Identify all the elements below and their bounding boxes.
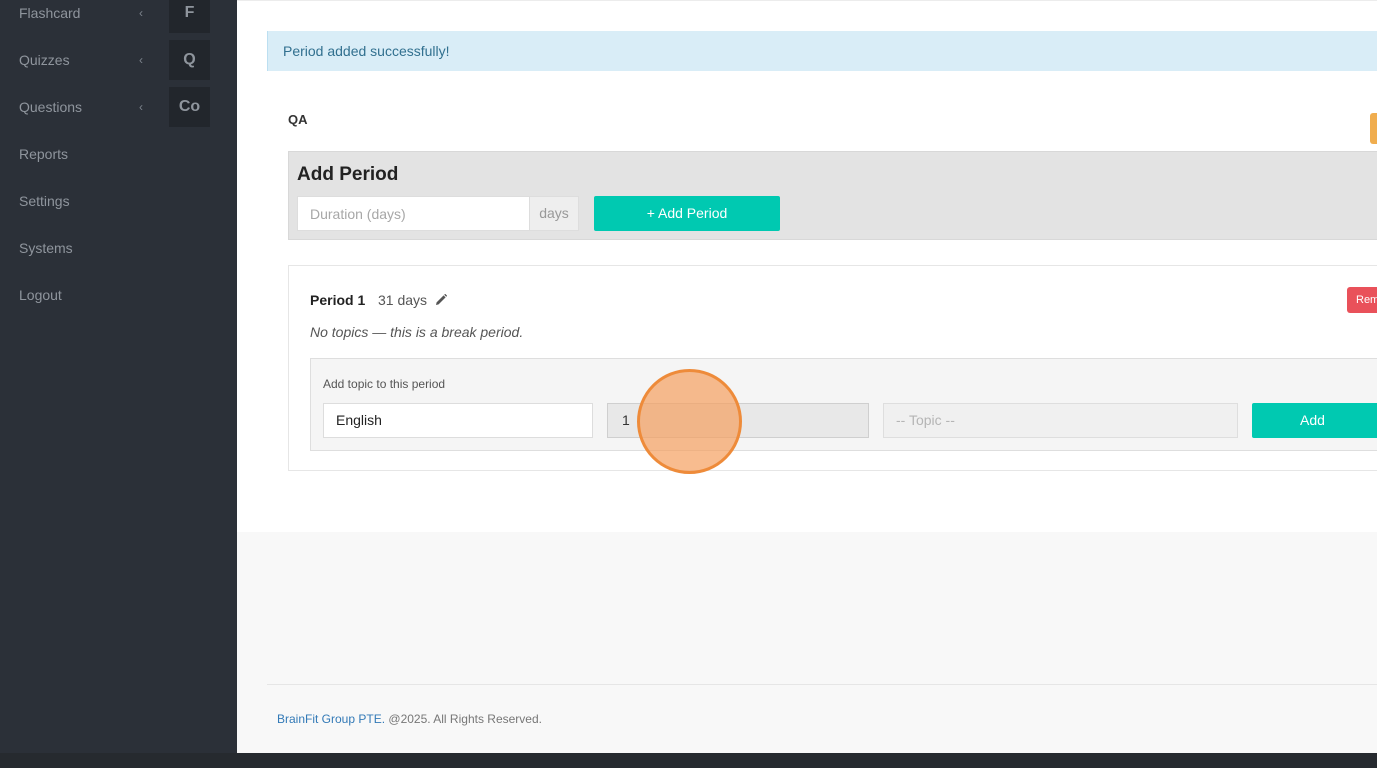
break-period-note: No topics — this is a break period. [310, 324, 524, 340]
success-alert: Period added successfully! [267, 31, 1377, 71]
click-indicator [637, 369, 742, 474]
sidebar-item-label: Logout [19, 287, 62, 303]
add-period-panel: Add Period days + Add Period [288, 151, 1377, 240]
sidebar-item-settings[interactable]: Settings [0, 188, 237, 235]
sidebar-collapsed-badge: F [169, 0, 210, 33]
sidebar-item-label: Reports [19, 146, 69, 162]
add-period-heading: Add Period [297, 164, 399, 185]
footer-company-link[interactable]: BrainFit Group PTE. [277, 712, 385, 726]
main-content: Period added successfully! QA Add Period… [237, 0, 1377, 532]
chevron-left-icon: ‹ [139, 100, 143, 114]
sidebar-item-label: Settings [19, 193, 70, 209]
add-topic-label: Add topic to this period [323, 377, 446, 391]
remove-period-button[interactable]: Remove [1347, 287, 1377, 313]
days-addon: days [530, 196, 579, 231]
footer: BrainFit Group PTE. @2025. All Rights Re… [277, 712, 542, 726]
sidebar-collapsed-badge: Co [169, 87, 210, 127]
footer-divider [267, 684, 1377, 685]
add-topic-box: Add topic to this period English 1 -- To… [310, 358, 1377, 451]
sidebar-item-systems[interactable]: Systems [0, 235, 237, 282]
sidebar: Flashcard ‹ F Quizzes ‹ Q Questions ‹ Co… [0, 0, 237, 753]
top-divider [237, 0, 1377, 1]
sidebar-item-label: Flashcard [19, 5, 81, 21]
pencil-icon[interactable] [435, 294, 447, 306]
sidebar-item-questions[interactable]: Questions ‹ Co [0, 87, 237, 141]
footer-rights: @2025. All Rights Reserved. [385, 712, 542, 726]
page-title: QA [288, 112, 308, 127]
subject-select[interactable]: English [323, 403, 593, 438]
sidebar-item-logout[interactable]: Logout [0, 282, 237, 329]
chevron-left-icon: ‹ [139, 53, 143, 67]
sidebar-item-reports[interactable]: Reports [0, 141, 237, 188]
sidebar-item-label: Systems [19, 240, 73, 256]
duration-input[interactable] [297, 196, 530, 231]
add-period-button[interactable]: + Add Period [594, 196, 780, 231]
sidebar-item-label: Quizzes [19, 52, 70, 68]
bottom-bar [0, 753, 1377, 768]
sidebar-item-label: Questions [19, 99, 83, 115]
chevron-left-icon: ‹ [139, 6, 143, 20]
add-topic-button[interactable]: Add [1252, 403, 1377, 438]
period-duration: 31 days [378, 292, 428, 308]
period-card: Period 1 31 days Remove No topics — this… [288, 265, 1377, 471]
topic-select[interactable]: -- Topic -- [883, 403, 1238, 438]
sidebar-collapsed-badge: Q [169, 40, 210, 80]
period-name: Period 1 [310, 292, 366, 308]
warning-button[interactable] [1370, 113, 1377, 144]
